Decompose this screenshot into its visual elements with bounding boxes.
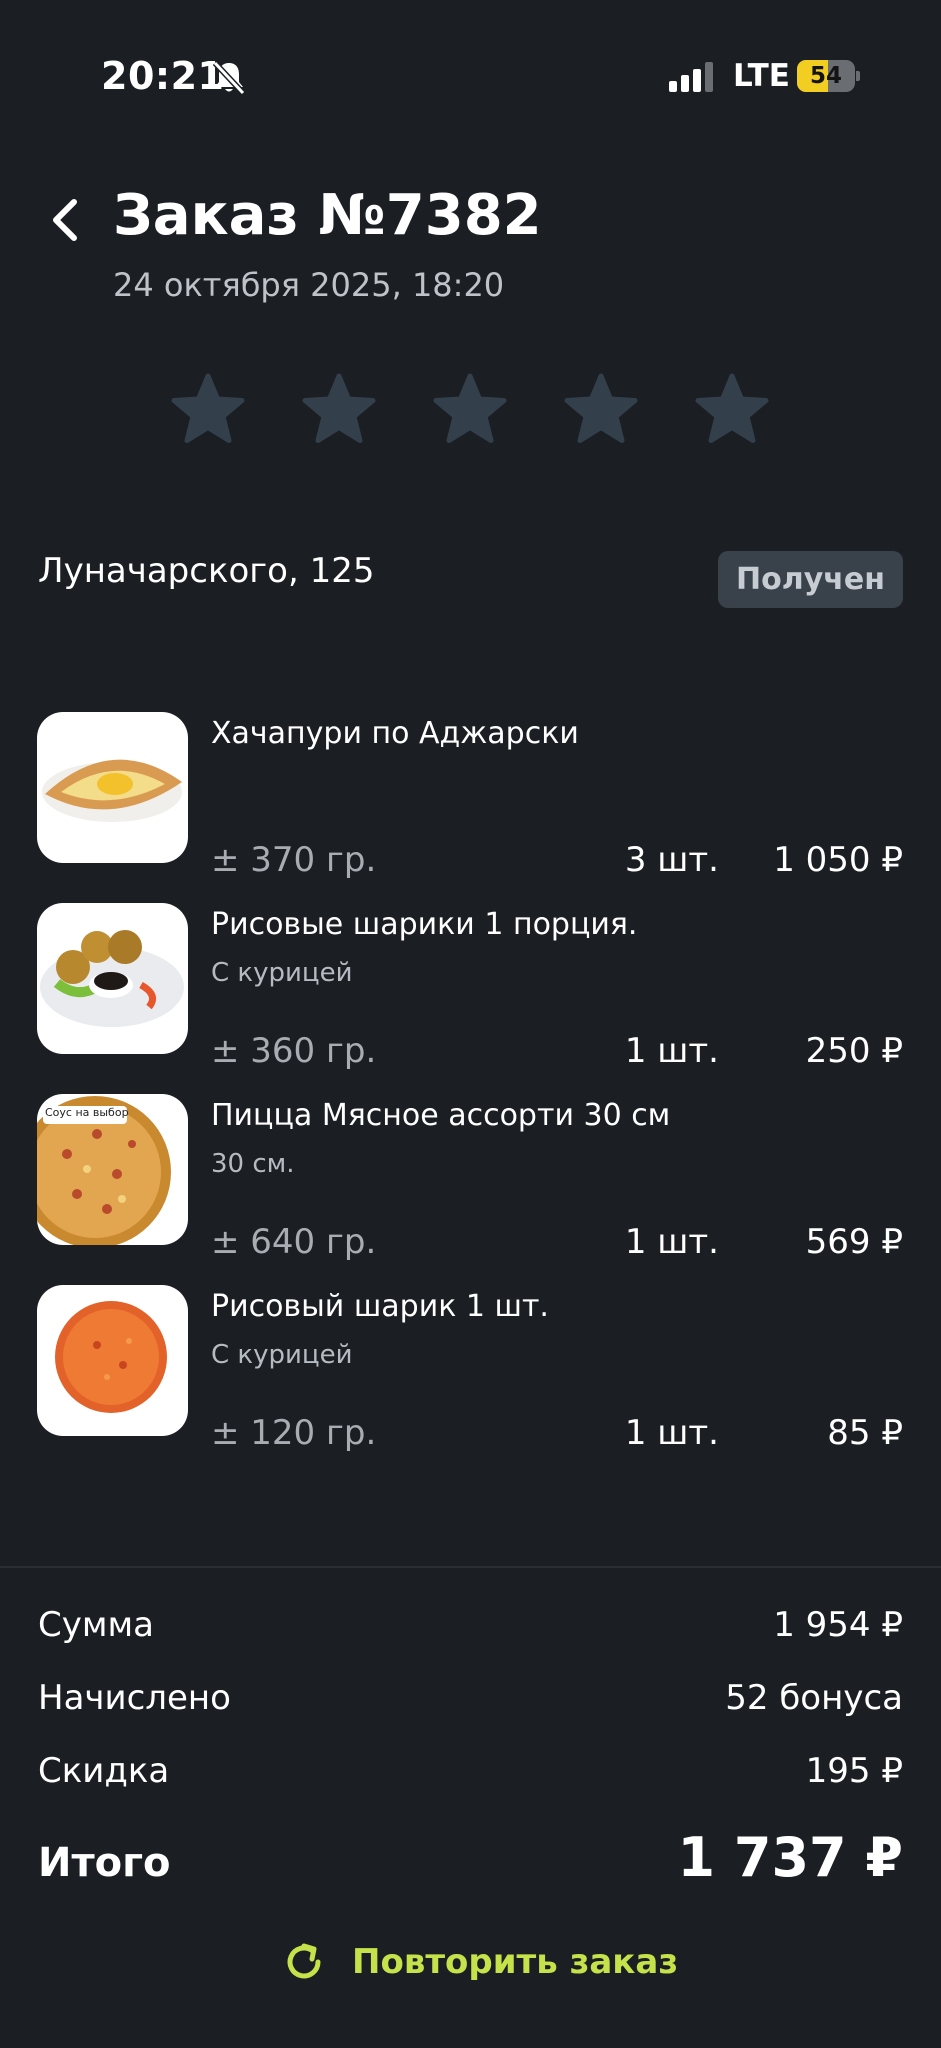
item-name: Рисовые шарики 1 порция. — [211, 907, 638, 942]
item-weight: ± 640 гр. — [211, 1222, 377, 1262]
item-name: Хачапури по Аджарски — [211, 716, 579, 751]
item-price: 1 050 ₽ — [773, 840, 903, 880]
item-quantity: 1 шт. — [624, 1031, 719, 1071]
image-caption: Соус на выбор — [45, 1106, 129, 1119]
signal-icon — [669, 62, 713, 92]
bell-muted-icon — [212, 60, 246, 96]
discount-label: Скидка — [38, 1751, 170, 1791]
item-modifier: С курицей — [211, 1340, 353, 1370]
order-date: 24 октября 2025, 18:20 — [113, 266, 505, 304]
rice-ball-image — [37, 1285, 188, 1436]
item-name: Рисовый шарик 1 шт. — [211, 1289, 549, 1324]
status-badge: Получен — [718, 551, 903, 608]
rating-stars — [170, 372, 770, 448]
star-icon[interactable] — [301, 372, 377, 448]
item-price: 85 ₽ — [827, 1413, 903, 1453]
item-weight: ± 120 гр. — [211, 1413, 377, 1453]
star-icon[interactable] — [432, 372, 508, 448]
order-item[interactable]: Хачапури по Аджарски ± 370 гр. 3 шт. 1 0… — [0, 712, 941, 902]
battery-body: 54 — [797, 60, 855, 92]
star-icon[interactable] — [563, 372, 639, 448]
item-quantity: 3 шт. — [624, 840, 719, 880]
bonus-value: 52 бонуса — [725, 1678, 903, 1718]
item-weight: ± 370 гр. — [211, 840, 377, 880]
pizza-image: Соус на выбор — [37, 1094, 188, 1245]
order-item[interactable]: Соус на выбор Пицца Мясное ассорти 30 см… — [0, 1094, 941, 1284]
item-price: 250 ₽ — [805, 1031, 903, 1071]
sum-value: 1 954 ₽ — [773, 1605, 903, 1645]
battery-nub — [856, 71, 860, 81]
total-label: Итого — [38, 1840, 171, 1886]
item-quantity: 1 шт. — [624, 1222, 719, 1262]
status-time: 20:21 — [101, 54, 225, 98]
battery-indicator: 54 — [797, 60, 860, 92]
item-name: Пицца Мясное ассорти 30 см — [211, 1098, 671, 1133]
network-type: LTE — [733, 58, 790, 94]
order-item[interactable]: Рисовый шарик 1 шт. С курицей ± 120 гр. … — [0, 1285, 941, 1475]
item-modifier: С курицей — [211, 958, 353, 988]
discount-value: 195 ₽ — [805, 1751, 903, 1791]
rice-balls-image — [37, 903, 188, 1054]
delivery-address: Луначарского, 125 — [38, 551, 375, 591]
star-icon[interactable] — [170, 372, 246, 448]
khachapuri-image — [37, 712, 188, 863]
sum-label: Сумма — [38, 1605, 154, 1645]
battery-level: 54 — [809, 63, 842, 89]
star-icon[interactable] — [694, 372, 770, 448]
item-quantity: 1 шт. — [624, 1413, 719, 1453]
chevron-left-icon[interactable] — [46, 196, 86, 244]
repeat-order-label: Повторить заказ — [352, 1942, 679, 1982]
total-value: 1 737 ₽ — [677, 1826, 903, 1889]
item-modifier: 30 см. — [211, 1149, 295, 1179]
divider — [0, 1566, 941, 1568]
item-price: 569 ₽ — [805, 1222, 903, 1262]
order-item[interactable]: Рисовые шарики 1 порция. С курицей ± 360… — [0, 903, 941, 1093]
refresh-icon — [287, 1943, 321, 1979]
bonus-label: Начислено — [38, 1678, 231, 1718]
page-title: Заказ №7382 — [113, 183, 542, 248]
repeat-order-button[interactable]: Повторить заказ — [282, 1934, 678, 1990]
item-weight: ± 360 гр. — [211, 1031, 377, 1071]
